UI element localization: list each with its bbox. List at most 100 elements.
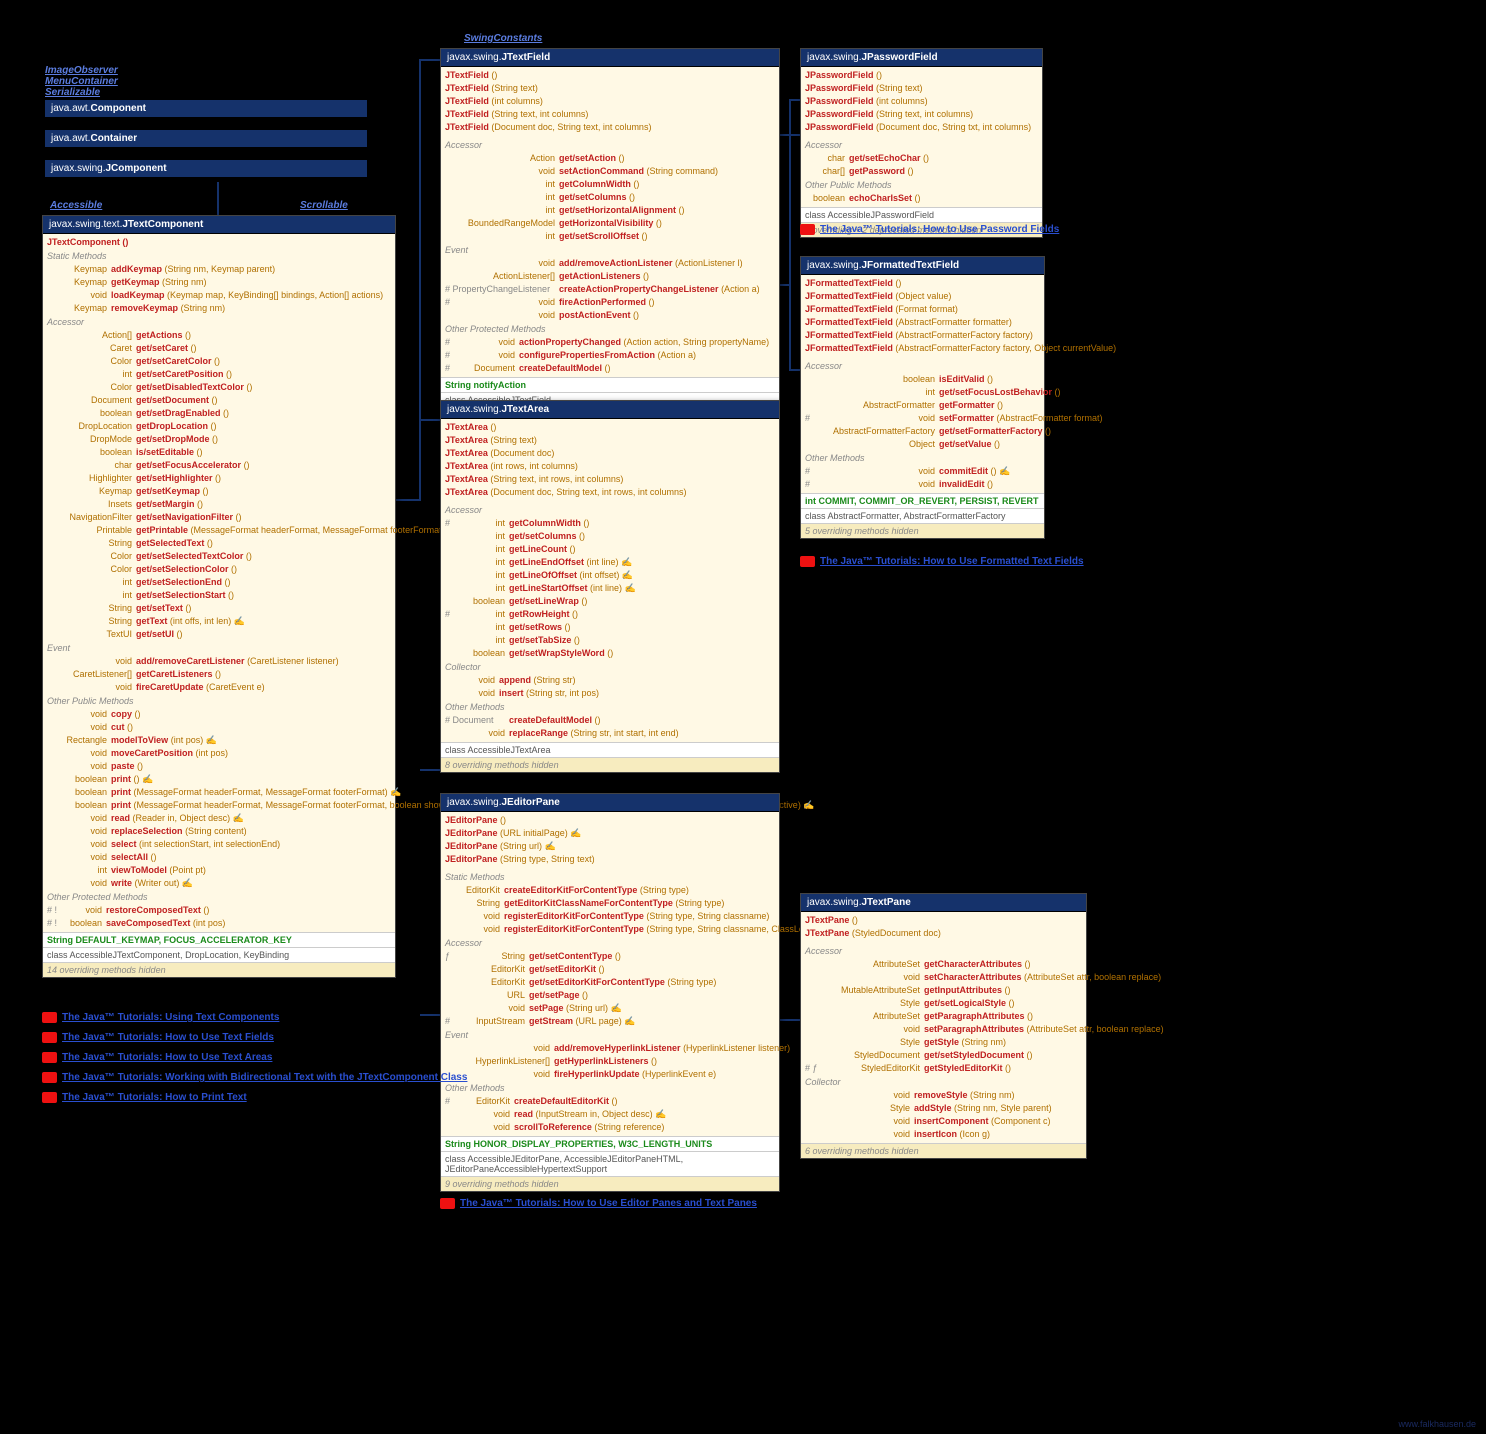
method-row: intgetColumnWidth () [445, 178, 775, 191]
method-row: intgetLineEndOffset (int line) ✍ [445, 556, 775, 569]
method-row: CaretListener[]getCaretListeners () [47, 668, 391, 681]
link-3[interactable]: The Java™ Tutorials: Working with Bidire… [42, 1072, 467, 1083]
oracle-icon [42, 1052, 57, 1063]
method-row: booleanget/setDragEnabled () [47, 407, 391, 420]
method-row: #voidsetFormatter (AbstractFormatter for… [805, 412, 1040, 425]
method-row: Colorget/setCaretColor () [47, 355, 391, 368]
link-1[interactable]: The Java™ Tutorials: How to Use Text Fie… [42, 1032, 467, 1043]
method-row: booleanprint (MessageFormat headerFormat… [47, 799, 391, 812]
method-row: #voidinvalidEdit () [805, 478, 1040, 491]
method-row: charget/setFocusAccelerator () [47, 459, 391, 472]
method-row: #intgetRowHeight () [445, 608, 775, 621]
link-password[interactable]: The Java™ Tutorials: How to Use Password… [800, 224, 1059, 235]
method-row: Action[]getActions () [47, 329, 391, 342]
constructor: JFormattedTextField () [805, 277, 1040, 290]
method-row: EditorKitget/setEditorKitForContentType … [445, 976, 775, 989]
method-row: #voidactionPropertyChanged (Action actio… [445, 336, 775, 349]
method-row: intgetLineCount () [445, 543, 775, 556]
method-row: intget/setRows () [445, 621, 775, 634]
method-row: voidsetParagraphAttributes (AttributeSet… [805, 1023, 1082, 1036]
method-row: Stringget/setText () [47, 602, 391, 615]
class-jformattedtextfield: javax.swing.JFormattedTextField JFormatt… [800, 256, 1045, 539]
method-row: voidsetActionCommand (String command) [445, 165, 775, 178]
method-row: StyledDocumentget/setStyledDocument () [805, 1049, 1082, 1062]
method-row: MutableAttributeSetgetInputAttributes () [805, 984, 1082, 997]
link-2[interactable]: The Java™ Tutorials: How to Use Text Are… [42, 1052, 467, 1063]
method-row: #InputStreamgetStream (URL page) ✍ [445, 1015, 775, 1028]
method-row: charget/setEchoChar () [805, 152, 1038, 165]
method-row: AttributeSetgetCharacterAttributes () [805, 958, 1082, 971]
method-row: AbstractFormatterFactoryget/setFormatter… [805, 425, 1040, 438]
constructor: JTextPane () [805, 914, 1082, 927]
interface-accessible: Accessible [50, 200, 102, 211]
constructor: JPasswordField (String text, int columns… [805, 108, 1038, 121]
method-row: voidcopy () [47, 708, 391, 721]
watermark: www.falkhausen.de [1398, 1419, 1476, 1429]
method-row: voidinsertIcon (Icon g) [805, 1128, 1082, 1141]
header-jtextcomponent: javax.swing.text.JTextComponent [43, 216, 395, 234]
class-jtextfield: javax.swing.JTextField JTextField ()JTex… [440, 48, 780, 423]
method-row: voidadd/removeHyperlinkListener (Hyperli… [445, 1042, 775, 1055]
method-row: intviewToModel (Point pt) [47, 864, 391, 877]
constructor: JEditorPane (String type, String text) [445, 853, 775, 866]
method-row: StringgetEditorKitClassNameForContentTyp… [445, 897, 775, 910]
oracle-icon [800, 224, 815, 235]
method-row: DropLocationgetDropLocation () [47, 420, 391, 433]
method-row: voidselect (int selectionStart, int sele… [47, 838, 391, 851]
link-formatted[interactable]: The Java™ Tutorials: How to Use Formatte… [800, 556, 1084, 567]
method-row: voidadd/removeActionListener (ActionList… [445, 257, 775, 270]
link-4[interactable]: The Java™ Tutorials: How to Print Text [42, 1092, 467, 1103]
method-row: voidselectAll () [47, 851, 391, 864]
method-row: booleanis/setEditable () [47, 446, 391, 459]
method-row: # !voidrestoreComposedText () [47, 904, 391, 917]
method-row: intget/setTabSize () [445, 634, 775, 647]
method-row: ActionListener[]getActionListeners () [445, 270, 775, 283]
header-jpasswordfield: javax.swing.JPasswordField [801, 49, 1042, 67]
constructor: JTextField (int columns) [445, 95, 775, 108]
method-row: voidappend (String str) [445, 674, 775, 687]
header-jtextarea: javax.swing.JTextArea [441, 401, 779, 419]
method-row: voidfireHyperlinkUpdate (HyperlinkEvent … [445, 1068, 775, 1081]
oracle-icon [440, 1198, 455, 1209]
method-row: #intgetColumnWidth () [445, 517, 775, 530]
method-row: intget/setScrollOffset () [445, 230, 775, 243]
interface-list: ImageObserver MenuContainer Serializable [45, 65, 118, 98]
constructor: JTextField (String text) [445, 82, 775, 95]
class-jtextpane: javax.swing.JTextPane JTextPane ()JTextP… [800, 893, 1087, 1159]
method-row: Actionget/setAction () [445, 152, 775, 165]
constructor: JFormattedTextField (AbstractFormatterFa… [805, 342, 1040, 355]
method-row: Caretget/setCaret () [47, 342, 391, 355]
constructor: JEditorPane () [445, 814, 775, 827]
oracle-icon [42, 1092, 57, 1103]
inner-classes: class AccessibleJTextComponent, DropLoca… [43, 947, 395, 962]
method-row: voidcut () [47, 721, 391, 734]
method-row: NavigationFilterget/setNavigationFilter … [47, 511, 391, 524]
method-row: EditorKitcreateEditorKitForContentType (… [445, 884, 775, 897]
oracle-icon [42, 1072, 57, 1083]
link-0[interactable]: The Java™ Tutorials: Using Text Componen… [42, 1012, 467, 1023]
method-row: Colorget/setSelectedTextColor () [47, 550, 391, 563]
method-row: booleanisEditValid () [805, 373, 1040, 386]
method-row: URLget/setPage () [445, 989, 775, 1002]
interface-menucontainer: MenuContainer [45, 76, 118, 87]
method-row: voidreplaceSelection (String content) [47, 825, 391, 838]
method-row: StyleaddStyle (String nm, Style parent) [805, 1102, 1082, 1115]
oracle-icon [800, 556, 815, 567]
method-row: booleanget/setWrapStyleWord () [445, 647, 775, 660]
constructor: JFormattedTextField (Object value) [805, 290, 1040, 303]
method-row: #voidcommitEdit () ✍ [805, 465, 1040, 478]
interface-imageobserver: ImageObserver [45, 65, 118, 76]
method-row: voidwrite (Writer out) ✍ [47, 877, 391, 890]
method-row: TextUIget/setUI () [47, 628, 391, 641]
method-row: intget/setHorizontalAlignment () [445, 204, 775, 217]
constructor: JTextArea (String text) [445, 434, 775, 447]
link-editorpane[interactable]: The Java™ Tutorials: How to Use Editor P… [440, 1198, 757, 1209]
method-row: voidreplaceRange (String str, int start,… [445, 727, 775, 740]
method-row: voidscrollToReference (String reference) [445, 1121, 775, 1134]
method-row: StringgetText (int offs, int len) ✍ [47, 615, 391, 628]
method-row: KeymapremoveKeymap (String nm) [47, 302, 391, 315]
method-row: KeymapgetKeymap (String nm) [47, 276, 391, 289]
method-row: voidread (InputStream in, Object desc) ✍ [445, 1108, 775, 1121]
class-jtextcomponent: javax.swing.text.JTextComponent JTextCom… [42, 215, 396, 978]
header-jformattedtextfield: javax.swing.JFormattedTextField [801, 257, 1044, 275]
